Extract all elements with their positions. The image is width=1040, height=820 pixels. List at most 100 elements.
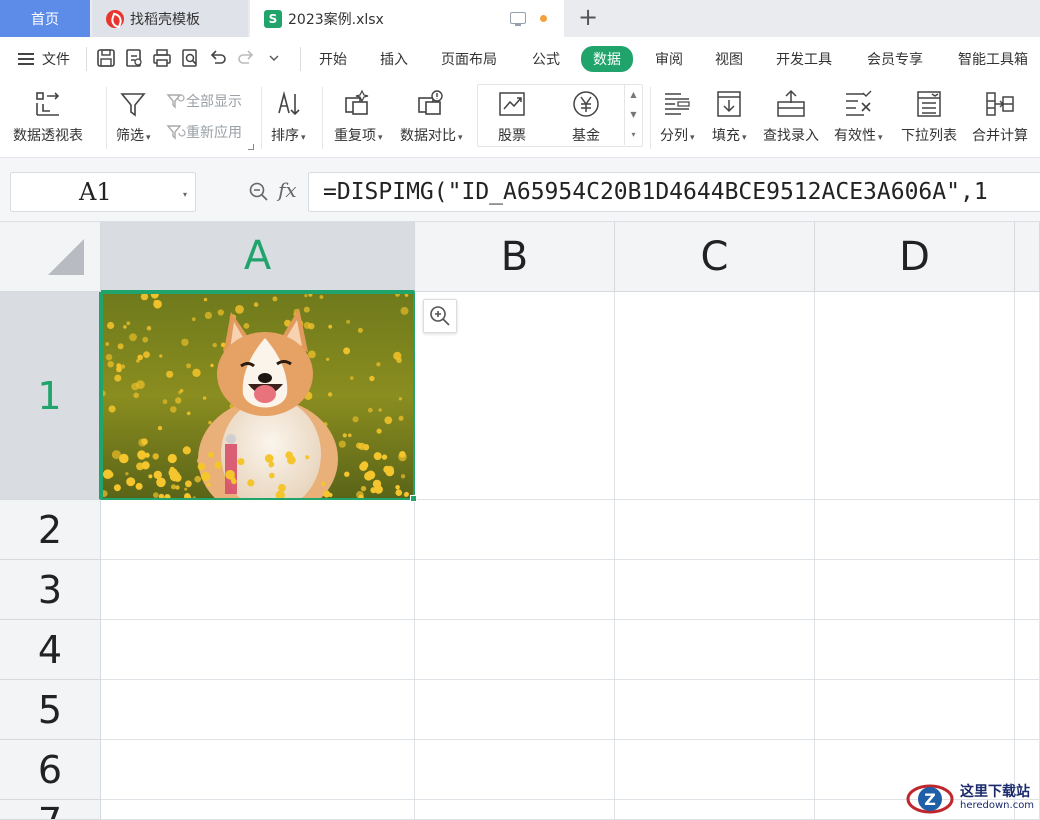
- column-header-c[interactable]: C: [615, 222, 815, 292]
- grid-cell[interactable]: [615, 500, 815, 560]
- grid-cell[interactable]: [815, 560, 1015, 620]
- name-box[interactable]: A1: [10, 172, 196, 212]
- grid-cell[interactable]: [415, 740, 615, 800]
- formula-input[interactable]: =DISPIMG("ID_A65954C20B1D4644BCE9512ACE3…: [308, 172, 1040, 212]
- grid-cell[interactable]: [101, 800, 415, 820]
- grid-cell[interactable]: [415, 500, 615, 560]
- grid-cell[interactable]: [615, 800, 815, 820]
- grid-cell[interactable]: [615, 560, 815, 620]
- grid-cell[interactable]: [615, 740, 815, 800]
- save-icon[interactable]: [95, 47, 117, 69]
- selected-cell-a1[interactable]: [101, 292, 415, 500]
- chevron-down-icon[interactable]: ▾: [183, 190, 187, 199]
- customize-toolbar-chevron-icon[interactable]: [263, 47, 285, 69]
- menu-smart-toolbox[interactable]: 智能工具箱: [958, 49, 1028, 69]
- spreadsheet-grid: A B C D 1 2 3 4 5 6 7: [0, 222, 1040, 820]
- duplicates-button[interactable]: 重复项 ▾: [334, 87, 383, 145]
- split-column-button[interactable]: 分列 ▾: [660, 87, 695, 145]
- select-all-corner[interactable]: [0, 222, 101, 292]
- print-preview-icon[interactable]: [179, 47, 201, 69]
- grid-cell[interactable]: [1015, 560, 1040, 620]
- menu-member[interactable]: 会员专享: [867, 49, 923, 69]
- dropdown-list-button[interactable]: 下拉列表: [901, 87, 957, 145]
- redo-icon[interactable]: [235, 47, 257, 69]
- lookup-entry-button[interactable]: 查找录入: [763, 87, 819, 145]
- row-header-7[interactable]: 7: [0, 800, 101, 820]
- filter-button[interactable]: 筛选 ▾: [116, 87, 151, 145]
- menu-data[interactable]: 数据: [581, 46, 633, 72]
- ribbon: 数据透视表 筛选 ▾ 全部显示 重新应用 排序 ▾ 重复项 ▾ 数据对比 ▾ 股…: [0, 81, 1040, 158]
- sort-button[interactable]: 排序 ▾: [271, 87, 306, 145]
- scroll-up-icon[interactable]: ▲: [625, 85, 642, 105]
- dialog-launcher-icon[interactable]: [248, 144, 254, 150]
- row-header-4[interactable]: 4: [0, 620, 101, 680]
- fill-handle[interactable]: [410, 495, 417, 502]
- menu-insert[interactable]: 插入: [380, 49, 408, 69]
- hamburger-icon: [18, 53, 34, 65]
- data-compare-button[interactable]: 数据对比 ▾: [400, 87, 463, 145]
- column-header-b[interactable]: B: [415, 222, 615, 292]
- grid-cell[interactable]: [615, 680, 815, 740]
- grid-cell[interactable]: [615, 620, 815, 680]
- zoom-search-icon[interactable]: [248, 181, 270, 207]
- pivot-table-button[interactable]: 数据透视表: [13, 87, 83, 145]
- grid-cell[interactable]: [1015, 500, 1040, 560]
- grid-cell[interactable]: [1015, 292, 1040, 500]
- validity-button[interactable]: 有效性 ▾: [834, 87, 883, 145]
- tab-home[interactable]: 首页: [0, 0, 90, 37]
- menu-developer[interactable]: 开发工具: [776, 49, 832, 69]
- column-header-e[interactable]: [1015, 222, 1040, 292]
- row-header-2[interactable]: 2: [0, 500, 101, 560]
- fund-button[interactable]: 基金: [571, 87, 601, 145]
- menu-home[interactable]: 开始: [319, 49, 347, 69]
- column-header-a[interactable]: A: [101, 222, 415, 292]
- grid-cell[interactable]: [615, 292, 815, 500]
- monitor-icon[interactable]: [510, 12, 526, 26]
- filter-label: 筛选: [116, 128, 144, 144]
- image-zoom-button[interactable]: [423, 299, 457, 333]
- grid-cell[interactable]: [101, 740, 415, 800]
- undo-icon[interactable]: [207, 47, 229, 69]
- validity-label: 有效性: [834, 128, 876, 144]
- grid-cell[interactable]: [815, 500, 1015, 560]
- grid-cell[interactable]: [1015, 620, 1040, 680]
- tab-template[interactable]: 找稻壳模板: [92, 0, 248, 37]
- grid-cell[interactable]: [101, 560, 415, 620]
- grid-cell[interactable]: [415, 560, 615, 620]
- grid-cell[interactable]: [415, 620, 615, 680]
- grid-cell[interactable]: [101, 500, 415, 560]
- menu-page-layout[interactable]: 页面布局: [441, 49, 497, 69]
- fx-label[interactable]: fx: [278, 178, 297, 202]
- split-column-icon: [661, 87, 693, 121]
- file-menu-button[interactable]: 文件: [18, 49, 70, 69]
- gallery-scroll[interactable]: ▲ ▼ ▾: [624, 85, 642, 145]
- export-pdf-icon[interactable]: [123, 47, 145, 69]
- stock-button[interactable]: 股票: [497, 87, 527, 145]
- row-header-3[interactable]: 3: [0, 560, 101, 620]
- grid-cell[interactable]: [1015, 680, 1040, 740]
- row-header-5[interactable]: 5: [0, 680, 101, 740]
- print-icon[interactable]: [151, 47, 173, 69]
- menu-view[interactable]: 视图: [715, 49, 743, 69]
- grid-cell[interactable]: [815, 680, 1015, 740]
- grid-cell[interactable]: [815, 292, 1015, 500]
- grid-cell[interactable]: [101, 620, 415, 680]
- grid-cell[interactable]: [815, 620, 1015, 680]
- corgi-photo[interactable]: [103, 294, 413, 498]
- row-header-1[interactable]: 1: [0, 292, 101, 500]
- menu-review[interactable]: 审阅: [655, 49, 683, 69]
- grid-cell[interactable]: [415, 800, 615, 820]
- fill-button[interactable]: 填充 ▾: [712, 87, 747, 145]
- new-tab-plus-icon[interactable]: +: [576, 5, 600, 30]
- merge-calc-button[interactable]: 合并计算: [972, 87, 1028, 145]
- scroll-down-icon[interactable]: ▼: [625, 105, 642, 125]
- grid-cell[interactable]: [415, 680, 615, 740]
- show-all-button[interactable]: 全部显示: [166, 91, 242, 111]
- menu-formula[interactable]: 公式: [532, 49, 560, 69]
- column-header-d[interactable]: D: [815, 222, 1015, 292]
- tab-template-label: 找稻壳模板: [130, 11, 200, 28]
- grid-cell[interactable]: [101, 680, 415, 740]
- gallery-expand-icon[interactable]: ▾: [625, 125, 642, 145]
- reapply-button[interactable]: 重新应用: [166, 122, 242, 142]
- row-header-6[interactable]: 6: [0, 740, 101, 800]
